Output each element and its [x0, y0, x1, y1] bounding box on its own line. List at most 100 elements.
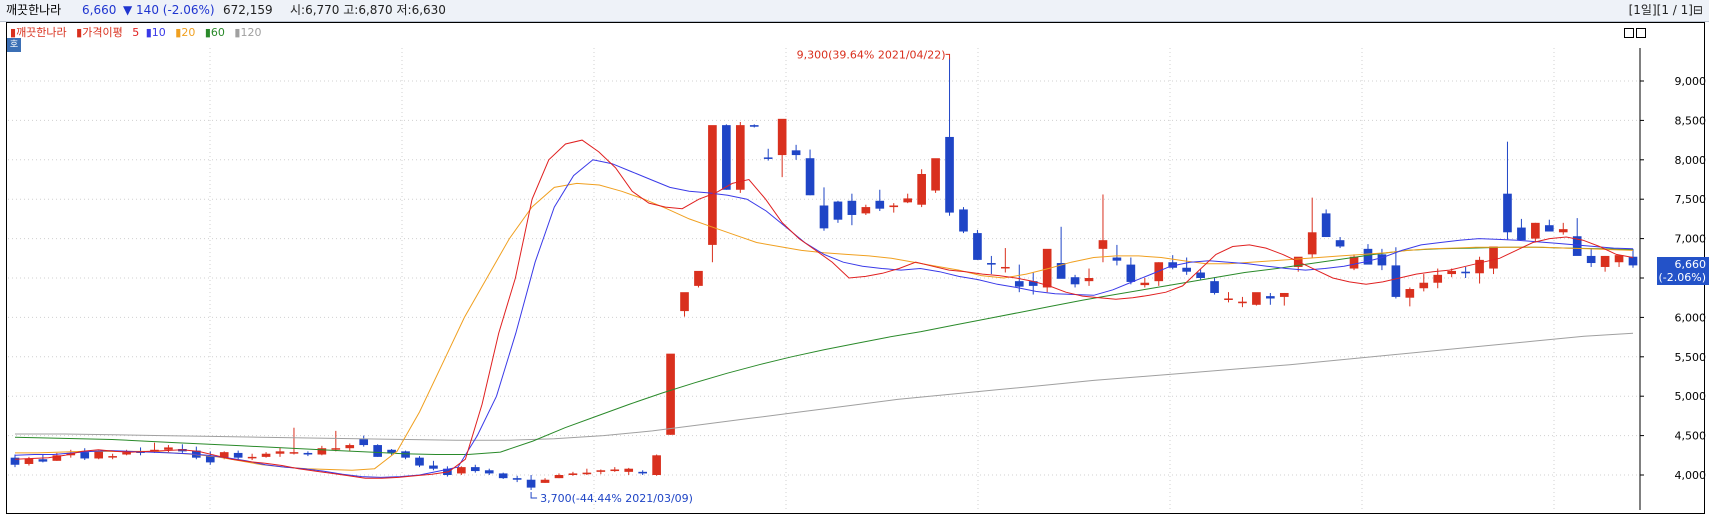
- candle-body: [1628, 256, 1638, 266]
- candle-body: [1335, 240, 1345, 247]
- candle-body: [275, 451, 285, 454]
- candle-body: [819, 205, 829, 229]
- candle-body: [1391, 265, 1401, 297]
- candle-body: [457, 467, 466, 474]
- candle-body: [1503, 193, 1512, 233]
- restore-icon[interactable]: [1624, 28, 1634, 38]
- candle-body: [805, 158, 815, 196]
- candle-body: [1070, 277, 1080, 285]
- chart-legend: ▮깨끗한나라 ▮가격이평 5 ▮10 ▮20 ▮60 ▮120: [10, 26, 267, 40]
- candle-body: [164, 447, 173, 450]
- candle-body: [1544, 225, 1554, 232]
- candle-body: [289, 452, 299, 454]
- price-tag-change: (-2.06%): [1658, 271, 1707, 284]
- candle-body: [498, 473, 508, 479]
- candle-body: [373, 445, 382, 457]
- candle-body: [1279, 292, 1289, 297]
- candle-body: [1154, 262, 1164, 282]
- candle-body: [1531, 222, 1540, 239]
- candle-body: [359, 438, 369, 446]
- candle-body: [1098, 240, 1108, 249]
- legend-ma-label: ▮가격이평: [76, 26, 123, 39]
- candle-body: [1558, 229, 1568, 233]
- legend-ma120: ▮120: [234, 26, 262, 39]
- candle-body: [596, 470, 606, 472]
- candle-body: [1210, 281, 1219, 293]
- candle-body: [554, 475, 564, 479]
- candle-body: [624, 468, 634, 472]
- candle-body: [680, 292, 689, 312]
- candle-body: [666, 353, 675, 435]
- y-tick-label: 8,000: [1675, 154, 1707, 167]
- candle-body: [94, 451, 104, 459]
- candle-body: [247, 456, 257, 459]
- candle-body: [1489, 246, 1498, 269]
- legend-ma10: ▮10: [145, 26, 166, 39]
- y-tick-label: 4,500: [1675, 430, 1707, 443]
- candle-body: [1349, 256, 1359, 269]
- y-tick-label: 8,500: [1675, 114, 1707, 127]
- candle-body: [470, 467, 480, 472]
- candle-body: [80, 452, 90, 459]
- candle-body: [917, 173, 926, 205]
- candle-body: [1321, 213, 1331, 238]
- legend-ma5: 5: [132, 26, 140, 39]
- candle-body: [429, 465, 438, 469]
- candle-body: [1224, 298, 1233, 300]
- candle-body: [1001, 266, 1010, 269]
- y-tick-label: 6,000: [1675, 311, 1707, 324]
- candle-body: [582, 472, 592, 475]
- current-price-tag: 6,660 (-2.06%): [1657, 257, 1709, 285]
- legend-ma60: ▮60: [204, 26, 225, 39]
- candle-body: [1266, 296, 1275, 299]
- candle-body: [1433, 274, 1443, 283]
- candle-body: [903, 198, 913, 203]
- candle-body: [763, 157, 773, 159]
- candle-body: [401, 451, 410, 458]
- candle-body: [875, 200, 885, 209]
- candle-body: [791, 150, 801, 156]
- candle-body: [889, 205, 899, 208]
- candle-body: [694, 270, 703, 286]
- candle-body: [1517, 227, 1526, 241]
- candle-body: [931, 158, 940, 191]
- candle-body: [1405, 289, 1415, 298]
- candle-body: [610, 469, 620, 472]
- candle-body: [959, 209, 968, 232]
- candle-body: [540, 479, 550, 483]
- candle-body: [777, 118, 787, 156]
- candle-body: [261, 453, 271, 457]
- candle-body: [1196, 272, 1205, 278]
- candle-body: [1112, 257, 1122, 261]
- candle-body: [722, 125, 731, 190]
- low-arrow: [530, 491, 538, 499]
- candle-body: [415, 457, 424, 466]
- candle-body: [1252, 292, 1261, 305]
- candle-body: [568, 473, 578, 475]
- candle-body: [484, 470, 494, 474]
- candle-body: [303, 452, 313, 455]
- candle-body: [1461, 271, 1470, 274]
- y-tick-label: 5,500: [1675, 351, 1707, 364]
- y-tick-label: 7,000: [1675, 233, 1707, 246]
- chart-type-icon[interactable]: 호: [7, 38, 21, 52]
- candle-body: [861, 207, 871, 214]
- candle-body: [24, 458, 34, 464]
- candle-body: [108, 456, 117, 458]
- candle-body: [1182, 267, 1191, 272]
- candle-body: [233, 452, 243, 458]
- maximize-icon[interactable]: [1636, 28, 1646, 38]
- candle-body: [945, 136, 954, 213]
- y-tick-label: 4,000: [1675, 469, 1707, 482]
- candle-body: [38, 459, 48, 462]
- candle-body: [1377, 254, 1387, 266]
- candle-body: [1238, 301, 1247, 304]
- low-annotation: 3,700(-44.44% 2021/03/09): [540, 492, 693, 505]
- candle-body: [526, 479, 536, 488]
- candle-body: [987, 263, 996, 265]
- candle-body: [1419, 282, 1429, 289]
- candle-body: [1126, 264, 1136, 282]
- candle-body: [1614, 255, 1624, 263]
- candle-body: [1447, 270, 1456, 275]
- candlestick-chart[interactable]: 9,0008,5008,0007,5007,0006,5006,0005,500…: [0, 0, 1709, 515]
